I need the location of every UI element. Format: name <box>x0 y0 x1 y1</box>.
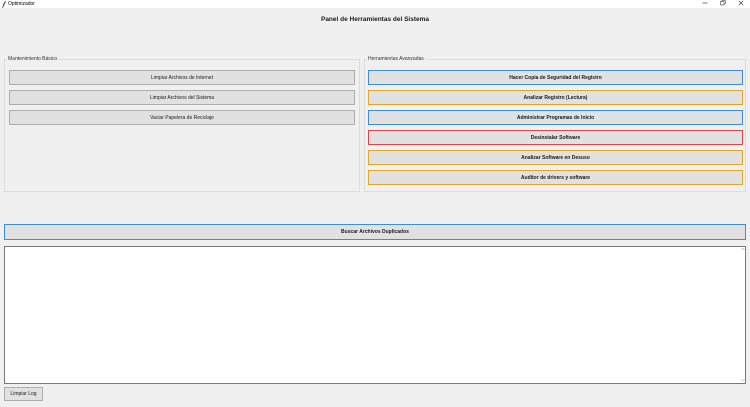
clean-system-files-button[interactable]: Limpiar Archivos del Sistema <box>9 90 355 105</box>
window-titlebar: Optimizador <box>0 0 750 8</box>
advanced-tools-label: Herramientas Avanzadas <box>367 56 425 62</box>
analyze-unused-software-button[interactable]: Analizar Software en Desuso <box>368 150 743 165</box>
feather-icon <box>1 0 7 8</box>
backup-registry-button[interactable]: Hacer Copia de Seguridad del Registro <box>368 70 743 85</box>
empty-recycle-bin-button[interactable]: Vaciar Papelera de Reciclaje <box>9 110 355 125</box>
close-button[interactable] <box>732 0 750 8</box>
driver-software-auditor-button[interactable]: Auditor de drivers y software <box>368 170 743 185</box>
window-title: Optimizador <box>8 1 35 7</box>
clean-internet-files-button[interactable]: Limpiar Archivos de Internet <box>9 70 355 85</box>
restore-icon <box>720 0 726 8</box>
restore-button[interactable] <box>714 0 732 8</box>
page-title: Panel de Herramientas del Sistema <box>320 16 430 23</box>
basic-maintenance-group: Mantenimiento Básico Limpiar Archivos de… <box>4 56 360 192</box>
analyze-registry-button[interactable]: Analizar Registro (Lectura) <box>368 90 743 105</box>
close-icon <box>738 0 744 8</box>
uninstall-software-button[interactable]: Desinstalar Software <box>368 130 743 145</box>
scroll-down-icon[interactable] <box>741 378 745 382</box>
minimize-button[interactable] <box>696 0 714 8</box>
find-duplicates-button[interactable]: Buscar Archivos Duplicados <box>4 224 746 240</box>
clear-log-button[interactable]: Limpiar Log <box>4 387 43 401</box>
basic-maintenance-label: Mantenimiento Básico <box>7 56 59 62</box>
minimize-icon <box>702 0 708 8</box>
manage-startup-programs-button[interactable]: Administrar Programas de Inicio <box>368 110 743 125</box>
log-textarea[interactable] <box>4 246 746 384</box>
scroll-up-icon[interactable] <box>741 247 745 251</box>
advanced-tools-group: Herramientas Avanzadas Hacer Copia de Se… <box>364 56 746 192</box>
